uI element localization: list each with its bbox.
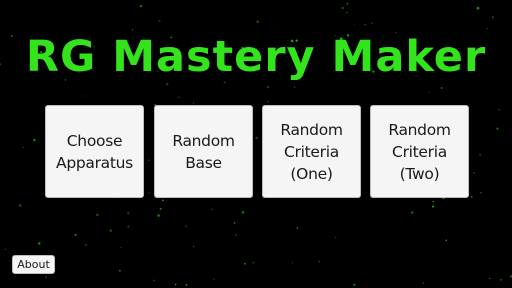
random-criteria-one-button[interactable]: Random Criteria (One) [262,105,361,198]
star-dot [139,4,143,8]
about-label: About [17,258,50,271]
star-dot [37,242,41,245]
star-dot [158,19,161,23]
star-dot [178,96,180,98]
star-dot [296,227,299,229]
star-dot [119,269,121,272]
star-dot [148,192,150,194]
star-dot [422,282,425,284]
star-dot [410,211,414,214]
random-criteria-two-label: Random Criteria (Two) [388,120,451,183]
star-dot [18,204,22,207]
star-dot [364,23,366,26]
star-dot [353,283,356,286]
star-dot [354,24,356,26]
choose-apparatus-button[interactable]: Choose Apparatus [45,105,144,198]
star-dot [84,95,86,97]
star-dot [74,233,77,236]
random-base-label: Random Base [172,131,235,172]
star-dot [233,222,236,224]
star-dot [211,208,213,210]
star-dot [185,283,188,286]
star-dot [4,248,7,251]
star-dot [471,196,473,198]
star-dot [193,246,195,248]
star-dot [193,102,195,104]
star-dot [84,243,88,247]
star-dot [174,283,177,286]
star-dot [244,262,246,265]
star-dot [293,86,296,88]
star-dot [213,278,215,280]
star-dot [109,229,113,232]
star-dot [153,279,155,282]
star-dot [235,233,238,236]
star-dot [255,136,258,140]
star-dot [346,2,349,5]
star-dot [341,6,345,10]
star-dot [241,211,245,214]
star-dot [22,146,24,148]
star-dot [161,199,164,202]
star-dot [267,100,269,102]
star-dot [291,262,293,264]
star-dot [157,214,160,217]
star-dot [96,213,99,217]
star-dot [185,225,188,228]
star-dot [500,278,502,281]
about-button[interactable]: About [12,255,55,274]
star-dot [473,172,475,174]
game-title: RG Mastery Maker [25,32,487,82]
star-dot [159,207,162,210]
star-dot [252,261,255,264]
game-screen: RG Mastery Maker Choose Apparatus Random… [0,0,512,288]
star-dot [431,205,435,208]
star-dot [127,225,130,228]
star-dot [120,246,122,249]
star-dot [479,154,481,156]
star-dot [370,21,373,25]
star-dot [428,91,430,93]
star-dot [489,277,491,280]
star-dot [148,159,150,161]
star-dot [440,87,443,89]
star-dot [432,200,435,203]
star-dot [346,11,348,14]
star-dot [476,6,480,10]
star-dot [126,211,130,215]
star-dot [256,20,259,23]
random-criteria-one-label: Random Criteria (One) [280,120,343,183]
star-dot [266,85,270,89]
random-base-button[interactable]: Random Base [154,105,253,198]
star-dot [496,127,499,130]
star-dot [318,260,321,263]
choose-apparatus-label: Choose Apparatus [56,131,133,172]
star-dot [498,108,501,111]
star-dot [479,191,482,194]
star-dot [33,138,36,142]
star-dot [335,236,337,239]
star-dot [45,276,47,278]
random-criteria-two-button[interactable]: Random Criteria (Two) [370,105,469,198]
star-dot [491,16,495,19]
star-dot [445,239,448,242]
